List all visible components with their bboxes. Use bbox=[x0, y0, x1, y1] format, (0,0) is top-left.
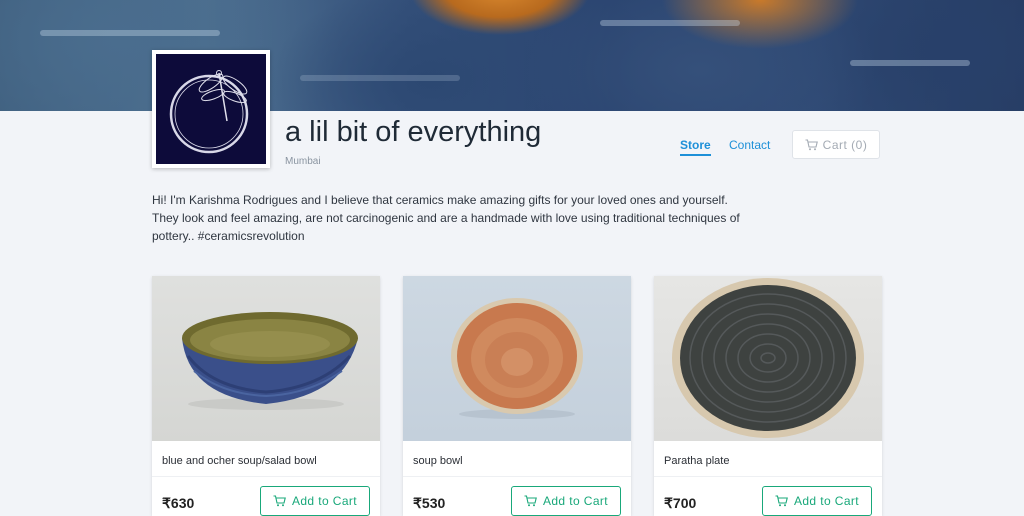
add-to-cart-button[interactable]: Add to Cart bbox=[511, 486, 621, 516]
cart-icon bbox=[805, 138, 818, 150]
product-name[interactable]: blue and ocher soup/salad bowl bbox=[162, 455, 317, 467]
banner-texture bbox=[600, 20, 740, 26]
add-to-cart-label: Add to Cart bbox=[793, 494, 860, 508]
product-image[interactable] bbox=[152, 276, 380, 441]
nav-contact-link[interactable]: Contact bbox=[729, 138, 770, 152]
product-image[interactable] bbox=[654, 276, 882, 441]
plate-image bbox=[672, 278, 864, 438]
add-to-cart-button[interactable]: Add to Cart bbox=[260, 486, 370, 516]
product-name[interactable]: Paratha plate bbox=[664, 455, 729, 467]
cart-icon bbox=[273, 495, 286, 507]
product-price: ₹630 bbox=[162, 495, 195, 511]
card-divider bbox=[403, 476, 631, 477]
product-price: ₹700 bbox=[664, 495, 697, 511]
dragonfly-logo-icon bbox=[169, 70, 249, 154]
store-location: Mumbai bbox=[285, 156, 321, 167]
bowl-image bbox=[451, 298, 583, 419]
add-to-cart-button[interactable]: Add to Cart bbox=[762, 486, 872, 516]
cart-icon bbox=[775, 495, 788, 507]
cart-button[interactable]: Cart (0) bbox=[792, 130, 880, 159]
product-card[interactable]: soup bowl ₹530 Add to Cart bbox=[403, 276, 631, 516]
product-image[interactable] bbox=[403, 276, 631, 441]
cart-button-label: Cart (0) bbox=[822, 137, 868, 152]
product-card[interactable]: Paratha plate ₹700 Add to Cart bbox=[654, 276, 882, 516]
product-card[interactable]: blue and ocher soup/salad bowl ₹630 Add … bbox=[152, 276, 380, 516]
store-logo bbox=[152, 50, 270, 168]
bowl-image bbox=[182, 312, 358, 410]
banner-texture bbox=[300, 75, 460, 81]
card-divider bbox=[654, 476, 882, 477]
cart-icon bbox=[524, 495, 537, 507]
add-to-cart-label: Add to Cart bbox=[542, 494, 609, 508]
store-title: a lil bit of everything bbox=[285, 116, 542, 148]
banner-texture bbox=[40, 30, 220, 36]
product-name[interactable]: soup bowl bbox=[413, 455, 463, 467]
product-price: ₹530 bbox=[413, 495, 446, 511]
add-to-cart-label: Add to Cart bbox=[291, 494, 358, 508]
nav-store-link[interactable]: Store bbox=[680, 138, 711, 156]
store-description: Hi! I'm Karishma Rodrigues and I believe… bbox=[152, 193, 740, 243]
banner-texture bbox=[850, 60, 970, 66]
card-divider bbox=[152, 476, 380, 477]
